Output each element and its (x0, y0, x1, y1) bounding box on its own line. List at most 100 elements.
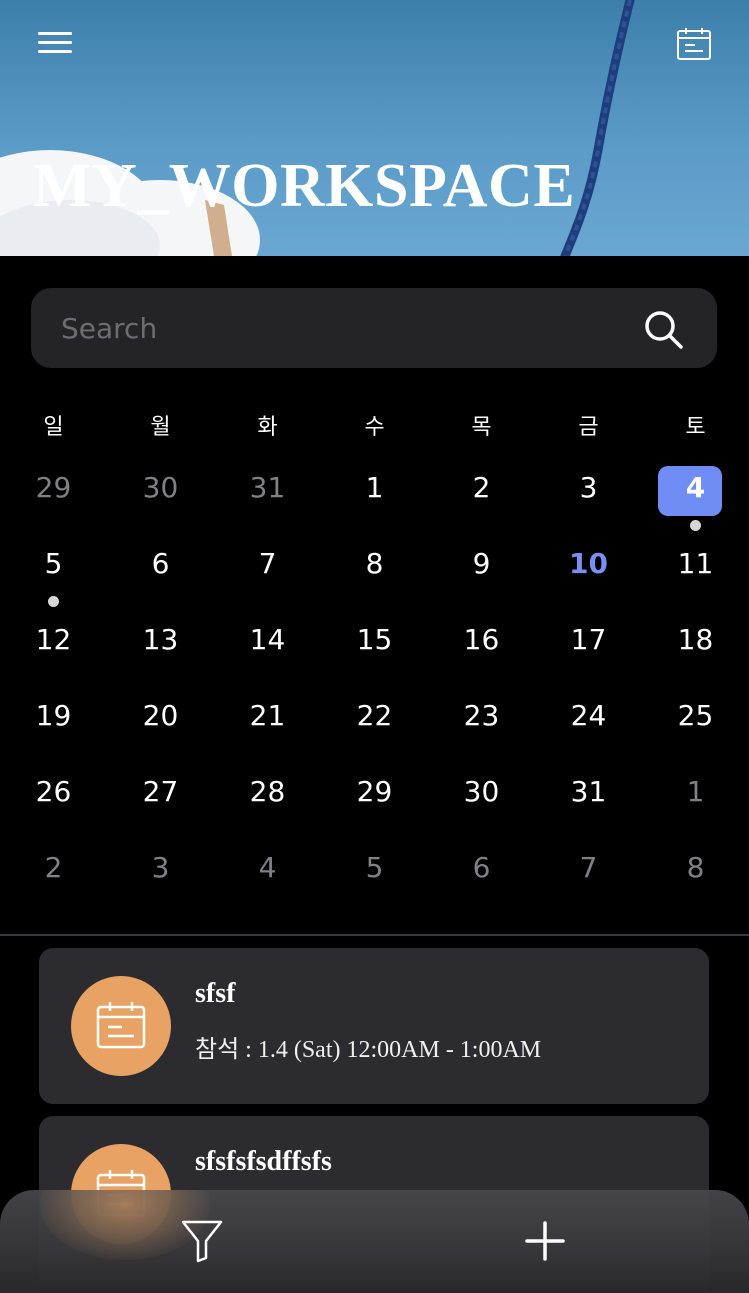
calendar-day-cell[interactable]: 27 (107, 772, 214, 832)
calendar-day-cell[interactable]: 25 (642, 696, 749, 756)
calendar-day-cell[interactable]: 11 (642, 544, 749, 604)
calendar-day-cell[interactable]: 23 (428, 696, 535, 756)
workspace-title: MY_WORKSPACE (33, 152, 576, 220)
search-input[interactable] (61, 288, 621, 368)
weekday-label: 월 (150, 415, 171, 440)
day-number: 30 (142, 471, 179, 504)
calendar-day-cell[interactable]: 15 (321, 620, 428, 680)
calendar-day-cell[interactable]: 5 (321, 848, 428, 908)
calendar-day-cell[interactable]: 6 (428, 848, 535, 908)
calendar-day-cell[interactable]: 31 (214, 468, 321, 528)
day-number: 29 (356, 775, 393, 808)
event-dot-indicator (48, 596, 59, 607)
calendar-day-cell[interactable]: 28 (214, 772, 321, 832)
calendar-day-cell[interactable]: 1 (321, 468, 428, 528)
search-icon[interactable] (642, 308, 684, 350)
calendar-week-row: 2 3 4 5 6 7 8 (0, 848, 749, 908)
calendar-day-cell[interactable]: 2 (428, 468, 535, 528)
weekday-label: 화 (257, 415, 278, 440)
calendar-day-cell[interactable]: 18 (642, 620, 749, 680)
calendar-day-cell[interactable]: 8 (642, 848, 749, 908)
day-number: 2 (44, 851, 63, 884)
menu-button[interactable] (38, 32, 72, 58)
calendar-day-cell[interactable]: 31 (535, 772, 642, 832)
day-number: 5 (365, 851, 384, 884)
hamburger-menu-icon (38, 50, 72, 53)
day-number: 16 (463, 623, 500, 656)
calendar-day-cell-today[interactable]: 10 (535, 544, 642, 604)
day-number: 2 (472, 471, 491, 504)
calendar-day-cell[interactable]: 12 (0, 620, 107, 680)
day-number: 11 (677, 547, 714, 580)
weekday-header-row: 일 월 화 수 목 금 토 (0, 408, 749, 448)
filter-icon[interactable] (180, 1218, 224, 1264)
day-number: 18 (677, 623, 714, 656)
calendar-day-cell[interactable]: 3 (107, 848, 214, 908)
calendar-week-row: 29 30 31 1 2 3 4 (0, 466, 749, 531)
calendar-day-cell[interactable]: 9 (428, 544, 535, 604)
calendar-day-cell[interactable]: 22 (321, 696, 428, 756)
calendar-day-cell[interactable]: 24 (535, 696, 642, 756)
bottom-action-bar (0, 1190, 749, 1293)
calendar-day-cell[interactable]: 5 (0, 544, 107, 607)
calendar-day-cell[interactable]: 29 (321, 772, 428, 832)
calendar-divider (0, 934, 749, 936)
day-number: 30 (463, 775, 500, 808)
calendar-day-cell[interactable]: 14 (214, 620, 321, 680)
calendar-day-cell[interactable]: 21 (214, 696, 321, 756)
calendar-view-button[interactable] (676, 26, 712, 62)
weekday-label: 수 (364, 415, 385, 440)
day-number: 1 (365, 471, 384, 504)
calendar-day-cell[interactable]: 4 (214, 848, 321, 908)
calendar-day-cell[interactable]: 30 (107, 468, 214, 528)
day-number: 22 (356, 699, 393, 732)
day-number: 19 (35, 699, 72, 732)
day-number: 10 (569, 547, 608, 580)
day-number: 1 (686, 775, 705, 808)
calendar-day-cell[interactable]: 8 (321, 544, 428, 604)
day-number: 15 (356, 623, 393, 656)
calendar-day-cell[interactable]: 20 (107, 696, 214, 756)
weekday-label: 목 (471, 415, 492, 440)
calendar-day-cell[interactable]: 7 (214, 544, 321, 604)
event-card[interactable]: sfsf 참석 : 1.4 (Sat) 12:00AM - 1:00AM (39, 948, 709, 1104)
day-number: 7 (579, 851, 598, 884)
day-number: 9 (472, 547, 491, 580)
day-number: 23 (463, 699, 500, 732)
app-screen: MY_WORKSPACE 일 월 화 수 목 금 토 29 30 31 1 2 … (0, 0, 749, 1293)
day-number: 26 (35, 775, 72, 808)
day-number: 21 (249, 699, 286, 732)
event-title: sfsfsfsdffsfs (195, 1146, 332, 1177)
event-title: sfsf (195, 978, 236, 1009)
calendar-day-cell[interactable]: 16 (428, 620, 535, 680)
calendar-week-row: 19 20 21 22 23 24 25 (0, 696, 749, 756)
day-number: 29 (35, 471, 72, 504)
calendar-day-cell[interactable]: 1 (642, 772, 749, 832)
calendar-icon (96, 1002, 146, 1049)
calendar-day-cell[interactable]: 19 (0, 696, 107, 756)
calendar-day-cell[interactable]: 30 (428, 772, 535, 832)
weekday-label: 토 (685, 415, 706, 440)
day-number: 14 (249, 623, 286, 656)
event-dot-indicator (690, 520, 701, 531)
event-time: 참석 : 1.4 (Sat) 12:00AM - 1:00AM (195, 1037, 542, 1063)
day-number: 3 (579, 471, 598, 504)
calendar-day-cell-selected[interactable]: 4 (642, 466, 749, 531)
calendar-day-cell[interactable]: 29 (0, 468, 107, 528)
calendar-day-cell[interactable]: 17 (535, 620, 642, 680)
calendar-week-row: 26 27 28 29 30 31 1 (0, 772, 749, 832)
weekday-label: 일 (43, 415, 64, 440)
calendar-day-cell[interactable]: 6 (107, 544, 214, 604)
calendar-day-cell[interactable]: 3 (535, 468, 642, 528)
calendar-day-cell[interactable]: 13 (107, 620, 214, 680)
calendar-day-cell[interactable]: 26 (0, 772, 107, 832)
workspace-header: MY_WORKSPACE (0, 0, 749, 256)
plus-icon[interactable] (524, 1220, 566, 1262)
calendar-day-cell[interactable]: 7 (535, 848, 642, 908)
search-bar (31, 288, 717, 368)
day-number: 4 (685, 471, 706, 504)
day-number: 20 (142, 699, 179, 732)
calendar-day-cell[interactable]: 2 (0, 848, 107, 908)
day-number: 8 (686, 851, 705, 884)
day-number: 5 (44, 547, 63, 580)
